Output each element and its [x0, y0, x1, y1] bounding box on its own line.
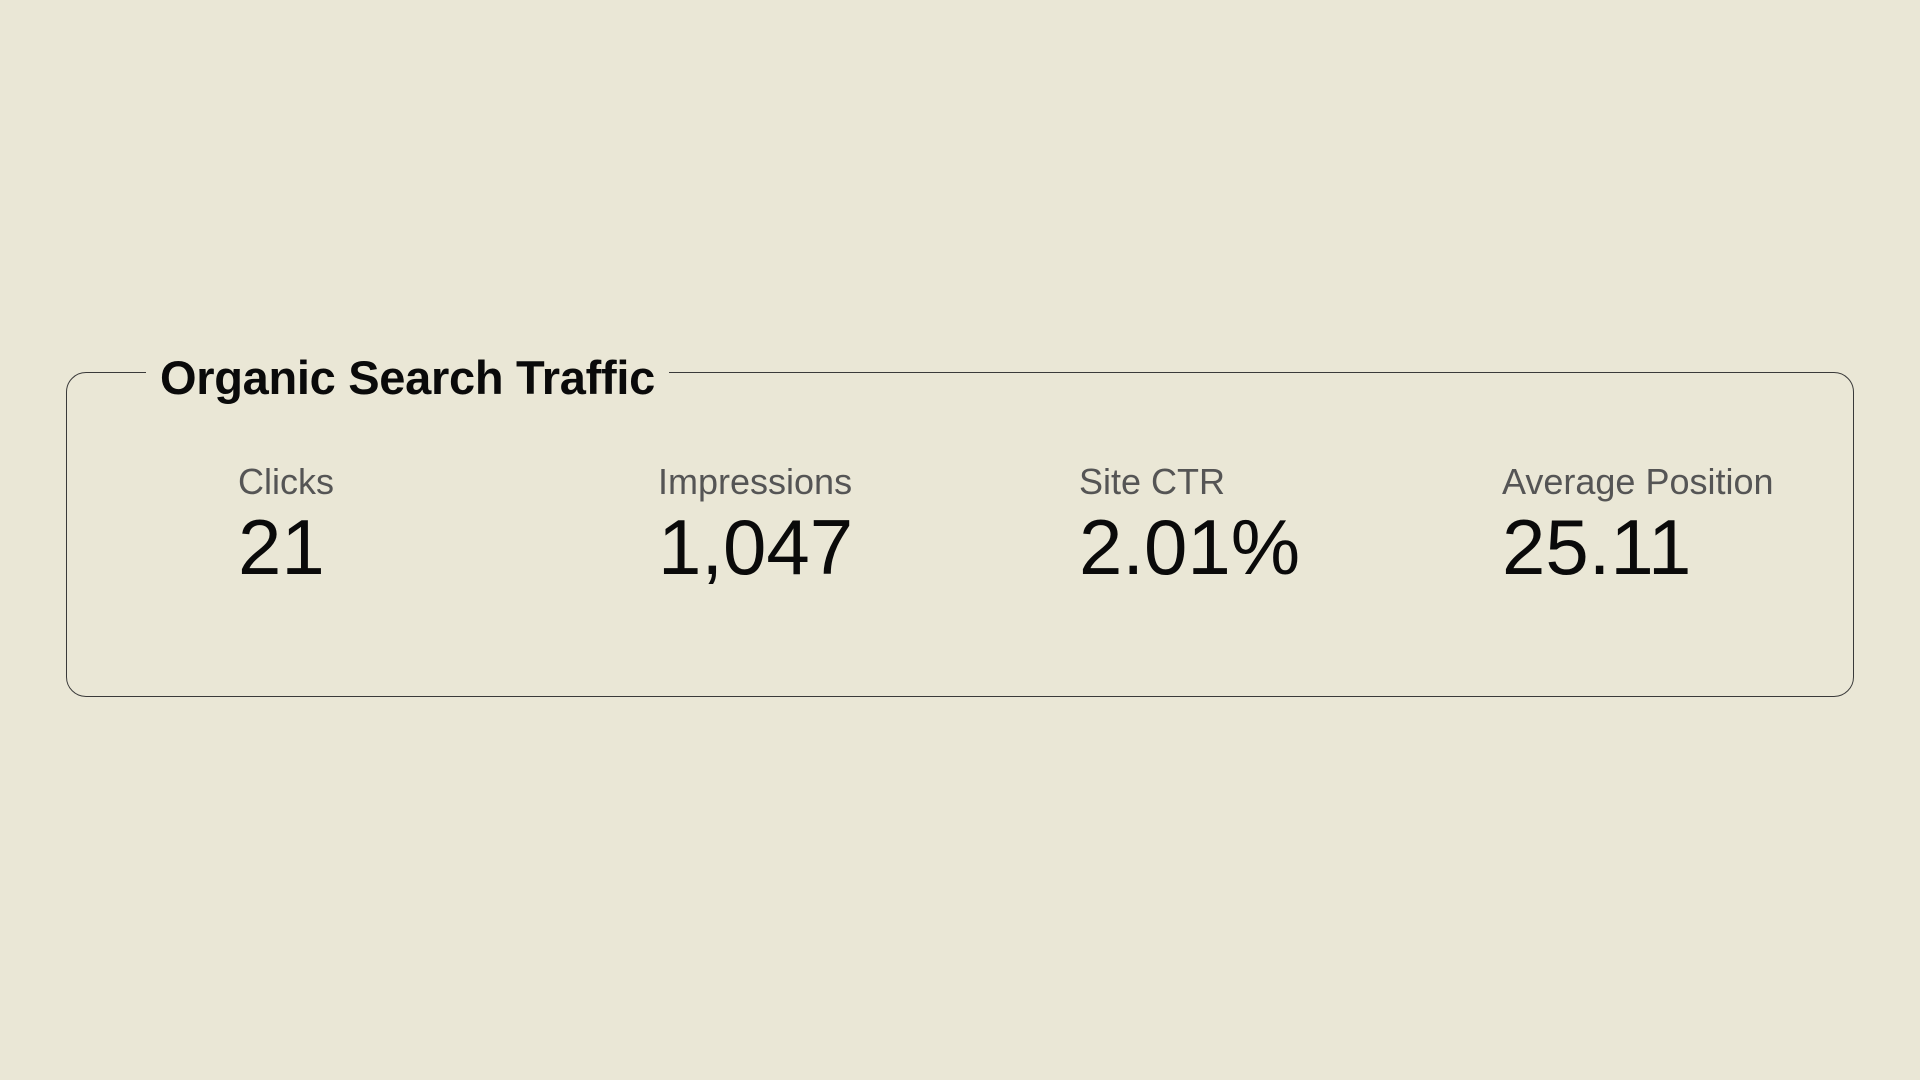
metric-value: 21: [238, 503, 325, 591]
metric-clicks: Clicks 21: [238, 461, 334, 591]
metric-impressions: Impressions 1,047: [658, 461, 854, 591]
metric-value: 1,047: [658, 503, 854, 591]
metric-label: Site CTR: [1079, 461, 1226, 502]
metric-value: 2.01%: [1079, 503, 1301, 591]
metric-site-ctr: Site CTR 2.01%: [1079, 461, 1301, 591]
card-title: Organic Search Traffic: [146, 346, 669, 410]
metric-label: Clicks: [238, 461, 334, 502]
metric-label: Average Position: [1502, 461, 1774, 502]
metric-average-position: Average Position 25.11: [1502, 461, 1774, 591]
metric-label: Impressions: [658, 461, 853, 502]
metric-value: 25.11: [1502, 503, 1692, 591]
